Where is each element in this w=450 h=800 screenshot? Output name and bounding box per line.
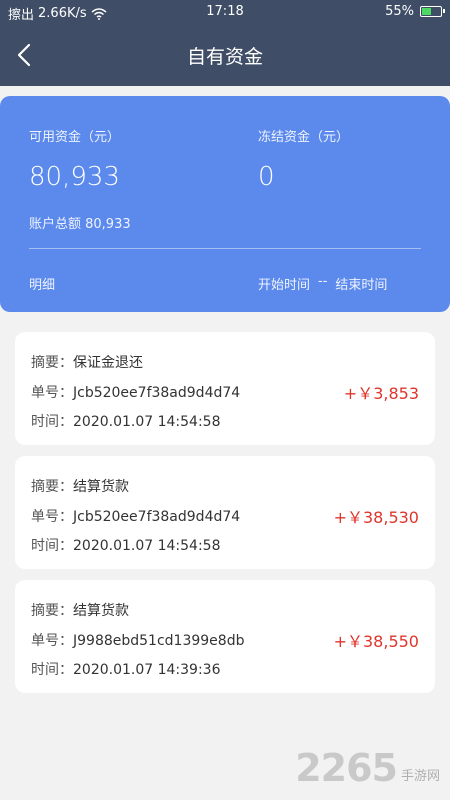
- order-number: Jcb520ee7f38ad9d4d74: [73, 509, 241, 525]
- status-right: 55%: [385, 4, 445, 19]
- transaction-card[interactable]: 摘要：结算货款 单号：J9988ebd51cd1399e8db 时间：2020.…: [15, 580, 435, 693]
- order-key: 单号：: [31, 509, 73, 525]
- detail-label: 明细: [29, 278, 56, 293]
- watermark-logo-text: 手游网: [400, 769, 440, 784]
- card-divider: [29, 248, 421, 249]
- time-key: 时间：: [31, 538, 73, 554]
- time-key: 时间：: [31, 414, 73, 430]
- watermark-logo-number: 2265: [295, 746, 398, 790]
- range-separator: --: [318, 274, 328, 289]
- time-key: 时间：: [31, 662, 73, 678]
- order-number: Jcb520ee7f38ad9d4d74: [73, 385, 241, 401]
- summary-value: 结算货款: [73, 603, 129, 619]
- account-total: 账户总额 80,933: [29, 217, 131, 232]
- page-title: 自有资金: [186, 46, 263, 68]
- summary-key: 摘要：: [31, 355, 73, 371]
- order-row: 单号：Jcb520ee7f38ad9d4d74: [31, 382, 240, 402]
- time-row: 时间：2020.01.07 14:54:58: [31, 411, 221, 431]
- summary-value: 保证金退还: [73, 355, 143, 371]
- transaction-amount: +￥38,550: [333, 632, 419, 651]
- available-funds-label: 可用资金（元）: [29, 130, 121, 145]
- frozen-funds-value: 0: [258, 162, 275, 192]
- transaction-amount: +￥3,853: [343, 384, 419, 403]
- battery-icon: [420, 6, 445, 17]
- summary-value: 结算货款: [73, 479, 129, 495]
- transaction-time: 2020.01.07 14:54:58: [73, 538, 221, 554]
- summary-row: 摘要：结算货款: [31, 600, 129, 620]
- status-bar: 擦出 2.66K/s 17:18 55%: [0, 0, 450, 24]
- transaction-amount: +￥38,530: [333, 508, 419, 527]
- battery-fill: [422, 8, 431, 15]
- transaction-card[interactable]: 摘要：保证金退还 单号：Jcb520ee7f38ad9d4d74 时间：2020…: [15, 332, 435, 445]
- transaction-time: 2020.01.07 14:54:58: [73, 414, 221, 430]
- summary-row: 摘要：保证金退还: [31, 352, 143, 372]
- available-funds-value: 80,933: [29, 162, 120, 192]
- order-number: J9988ebd51cd1399e8db: [73, 633, 245, 649]
- status-time: 17:18: [206, 4, 244, 19]
- battery-percent: 55%: [385, 4, 414, 19]
- frozen-funds-label: 冻结资金（元）: [258, 130, 350, 145]
- transaction-time: 2020.01.07 14:39:36: [73, 662, 221, 678]
- summary-key: 摘要：: [31, 603, 73, 619]
- start-time-picker[interactable]: 开始时间: [258, 274, 310, 293]
- order-key: 单号：: [31, 385, 73, 401]
- end-time-picker[interactable]: 结束时间: [335, 274, 387, 293]
- order-row: 单号：Jcb520ee7f38ad9d4d74: [31, 506, 240, 526]
- time-row: 时间：2020.01.07 14:54:58: [31, 535, 221, 555]
- fund-summary-card: 可用资金（元） 80,933 冻结资金（元） 0 账户总额 80,933 明细 …: [0, 96, 450, 312]
- transaction-card[interactable]: 摘要：结算货款 单号：Jcb520ee7f38ad9d4d74 时间：2020.…: [15, 456, 435, 569]
- site-watermark: 2265 手游网: [295, 746, 440, 790]
- date-range-filter[interactable]: 开始时间 -- 结束时间: [258, 274, 387, 293]
- nav-bar: 自有资金: [0, 24, 450, 86]
- summary-key: 摘要：: [31, 479, 73, 495]
- transaction-list: 摘要：保证金退还 单号：Jcb520ee7f38ad9d4d74 时间：2020…: [15, 332, 435, 704]
- order-key: 单号：: [31, 633, 73, 649]
- time-row: 时间：2020.01.07 14:39:36: [31, 659, 221, 679]
- summary-row: 摘要：结算货款: [31, 476, 129, 496]
- order-row: 单号：J9988ebd51cd1399e8db: [31, 630, 244, 650]
